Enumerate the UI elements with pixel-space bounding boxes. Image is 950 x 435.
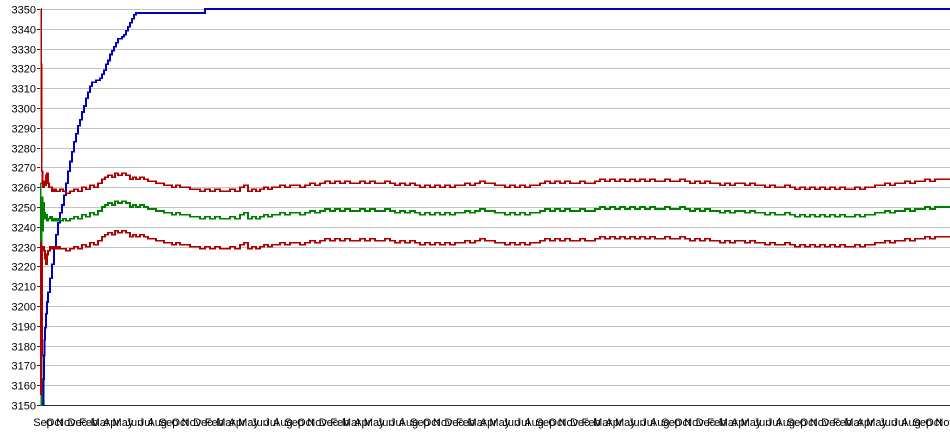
y-tick-label: 3280: [12, 144, 36, 156]
y-tick-label: 3290: [12, 124, 36, 136]
x-tick-label: Nov: [935, 417, 950, 429]
y-tick-label: 3320: [12, 64, 36, 76]
chart-root: 3350 3340 3330 3320 3310 3300 3290 3280 3270 3260…: [0, 0, 950, 435]
y-tick-label: 3200: [12, 302, 36, 314]
series-upper-bound-red: [40, 8, 950, 194]
series-rating-green: [39, 182, 950, 406]
y-tick-label: 3220: [12, 262, 36, 274]
series-lower-bound-red: [40, 230, 950, 396]
y-tick-label: 3260: [12, 183, 36, 195]
y-tick-label: 3330: [12, 45, 36, 57]
y-tick-label: 3240: [12, 223, 36, 235]
y-tick-label: 3170: [12, 361, 36, 373]
y-tick-label: 3350: [12, 5, 36, 17]
y-tick-label: 3180: [12, 342, 36, 354]
y-tick-label: 3250: [12, 203, 36, 215]
y-tick-label: 3310: [12, 84, 36, 96]
y-tick-label: 3160: [12, 381, 36, 393]
y-tick-label: 3210: [12, 282, 36, 294]
y-tick-label: 3230: [12, 243, 36, 255]
y-tick-label: 3190: [12, 322, 36, 334]
y-tick-label: 3270: [12, 163, 36, 175]
y-tick-label: 3150: [12, 401, 36, 413]
line-chart-canvas: 3350 3340 3330 3320 3310 3300 3290 3280 3270 3260…: [12, 5, 950, 429]
y-tick-label: 3300: [12, 104, 36, 116]
y-tick-label: 3340: [12, 25, 36, 37]
